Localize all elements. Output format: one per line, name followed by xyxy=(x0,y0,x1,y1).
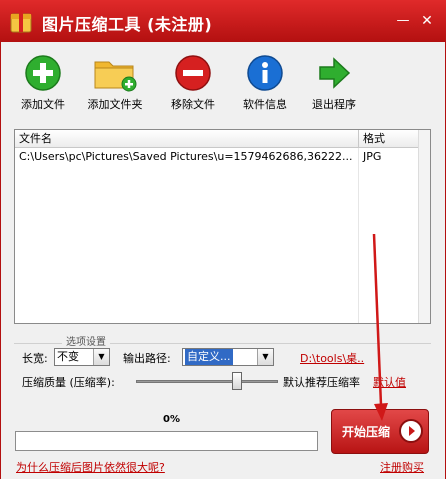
add-file-icon xyxy=(25,55,61,91)
output-path-label: 输出路径: xyxy=(123,352,171,365)
progress-bar xyxy=(15,431,318,451)
chevron-down-icon: ▼ xyxy=(257,349,273,365)
remove-file-icon xyxy=(175,55,211,91)
output-path-select-value: 自定义... xyxy=(185,349,233,365)
why-large-link[interactable]: 为什么压缩后图片依然很大呢? xyxy=(16,459,165,475)
column-header-filename[interactable]: 文件名 xyxy=(15,130,359,148)
file-list[interactable]: 文件名 格式 C:\Users\pc\Pictures\Saved Pictur… xyxy=(14,129,431,324)
minimize-button[interactable]: — xyxy=(393,12,413,30)
app-logo-icon xyxy=(10,10,32,33)
start-compress-button[interactable]: 开始压缩 xyxy=(331,409,429,454)
play-icon xyxy=(399,419,423,443)
title-bar: 图片压缩工具 (未注册) — ✕ xyxy=(0,0,446,42)
progress-percent: 0% xyxy=(163,414,180,425)
quality-label: 压缩质量 (压缩率): xyxy=(22,376,115,389)
quality-slider-thumb[interactable] xyxy=(232,372,243,390)
exit-label: 退出程序 xyxy=(312,98,356,111)
info-icon xyxy=(247,55,283,91)
add-file-label: 添加文件 xyxy=(21,98,65,111)
output-path-link[interactable]: D:\tools\桌.. xyxy=(300,350,364,366)
recommend-text: 默认推荐压缩率 xyxy=(283,376,360,389)
size-select[interactable]: 不变 ▼ xyxy=(54,348,110,366)
file-row-format[interactable]: JPG xyxy=(363,150,381,163)
remove-file-label: 移除文件 xyxy=(171,98,215,111)
options-group-title: 选项设置 xyxy=(62,333,110,348)
add-folder-icon xyxy=(94,61,137,92)
file-row-name[interactable]: C:\Users\pc\Pictures\Saved Pictures\u=15… xyxy=(19,150,357,163)
output-path-select[interactable]: 自定义... ▼ xyxy=(182,348,274,366)
column-divider xyxy=(358,148,359,323)
window-title: 图片压缩工具 (未注册) xyxy=(42,15,213,34)
register-link[interactable]: 注册购买 xyxy=(380,459,424,475)
add-folder-button[interactable]: 添加文件夹 xyxy=(80,54,150,116)
default-value-link[interactable]: 默认值 xyxy=(373,374,406,390)
close-button[interactable]: ✕ xyxy=(417,12,437,30)
chevron-down-icon: ▼ xyxy=(93,349,109,365)
software-info-button[interactable]: 软件信息 xyxy=(230,54,300,116)
add-file-button[interactable]: 添加文件 xyxy=(8,54,78,116)
add-folder-label: 添加文件夹 xyxy=(87,98,143,111)
software-info-label: 软件信息 xyxy=(243,98,287,111)
size-select-value: 不变 xyxy=(57,350,79,363)
quality-slider-track[interactable] xyxy=(136,380,278,383)
file-list-scrollbar[interactable] xyxy=(418,130,430,323)
remove-file-button[interactable]: 移除文件 xyxy=(158,54,228,116)
column-header-format[interactable]: 格式 xyxy=(359,130,420,148)
exit-icon xyxy=(319,57,351,89)
size-label: 长宽: xyxy=(22,352,48,365)
exit-button[interactable]: 退出程序 xyxy=(299,54,369,116)
start-compress-label: 开始压缩 xyxy=(342,425,391,439)
